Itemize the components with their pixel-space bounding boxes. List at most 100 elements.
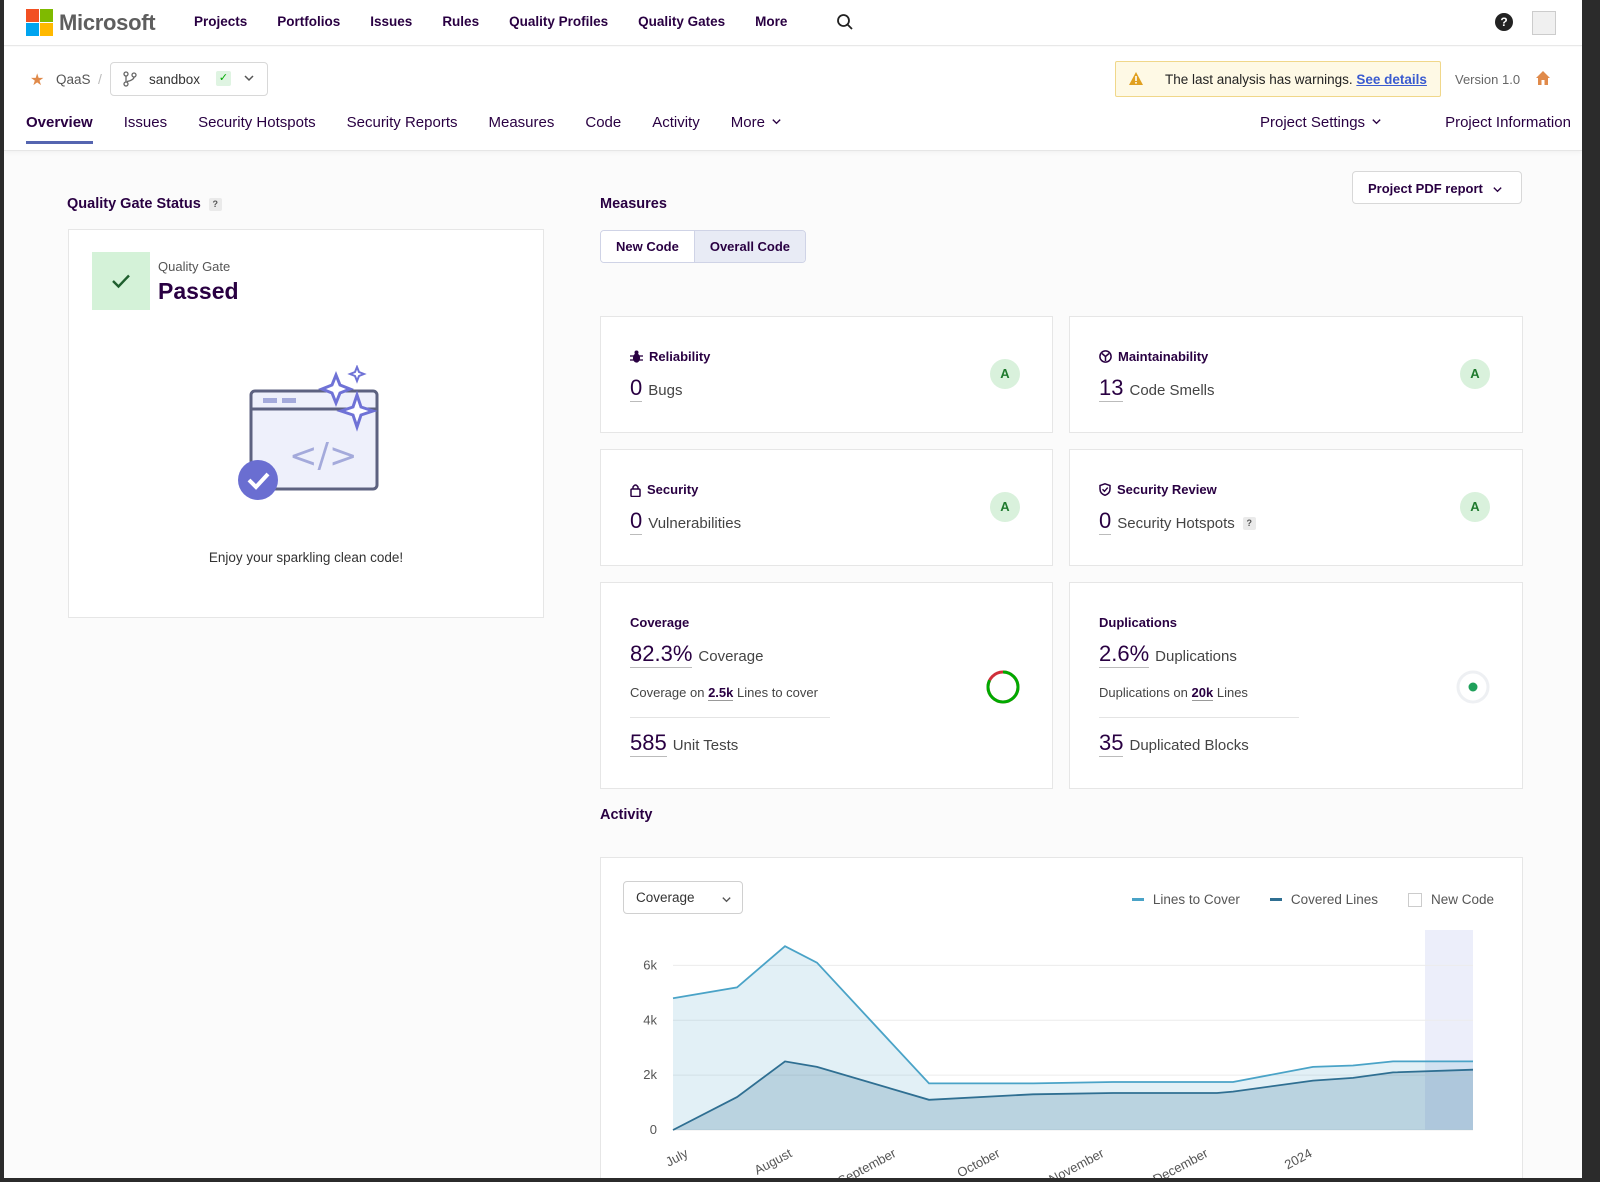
legend-covered-lines[interactable]: Covered Lines xyxy=(1269,892,1378,907)
nav-projects[interactable]: Projects xyxy=(194,14,247,29)
coverage-sub-suffix: Lines to cover xyxy=(737,685,818,700)
chevron-down-icon xyxy=(1493,187,1502,193)
code-smells-measure: 13 Code Smells xyxy=(1099,375,1215,402)
code-smells-count[interactable]: 13 xyxy=(1099,375,1124,402)
coverage-percent[interactable]: 82.3% xyxy=(630,641,693,668)
tab-overview[interactable]: Overview xyxy=(26,114,93,144)
legend-swatch xyxy=(1407,892,1422,907)
coverage-card: Coverage 82.3% Coverage Coverage on 2.5k … xyxy=(600,582,1053,789)
activity-title: Activity xyxy=(600,807,653,823)
coverage-title: Coverage xyxy=(630,615,690,630)
chevron-down-icon xyxy=(244,75,254,82)
security-review-card[interactable]: Security Review 0 Security Hotspots? A xyxy=(1069,449,1523,566)
passed-check-icon xyxy=(92,252,150,310)
duplications-header: Duplications xyxy=(1099,615,1177,630)
security-card[interactable]: Security 0 Vulnerabilities A xyxy=(600,449,1053,566)
star-icon[interactable]: ★ xyxy=(30,70,44,90)
project-name[interactable]: QaaS xyxy=(56,72,91,87)
quality-gate-status: Passed xyxy=(158,278,239,304)
legend-new-code[interactable]: New Code xyxy=(1407,892,1494,907)
chevron-down-icon xyxy=(722,897,731,903)
branch-selector[interactable]: sandbox ✓ xyxy=(110,62,268,96)
tab-measures[interactable]: Measures xyxy=(489,114,555,144)
microsoft-logo[interactable]: Microsoft xyxy=(26,9,156,36)
nav-quality-gates[interactable]: Quality Gates xyxy=(638,14,725,29)
project-tabs: Overview Issues Security Hotspots Securi… xyxy=(26,114,813,144)
warning-text: The last analysis has warnings. xyxy=(1165,72,1353,87)
tab-project-information[interactable]: Project Information xyxy=(1445,114,1571,141)
vulnerabilities-count[interactable]: 0 xyxy=(630,508,643,535)
reliability-card[interactable]: Reliability 0 Bugs A xyxy=(600,316,1053,433)
nav-issues[interactable]: Issues xyxy=(370,14,412,29)
bug-icon xyxy=(630,350,643,363)
y-tick-label: 2k xyxy=(643,1067,657,1082)
maintainability-title: Maintainability xyxy=(1118,349,1209,364)
warning-icon xyxy=(1129,72,1143,85)
duplications-percent[interactable]: 2.6% xyxy=(1099,641,1150,668)
security-hotspots-count[interactable]: 0 xyxy=(1099,508,1112,535)
see-details-link[interactable]: See details xyxy=(1356,72,1427,87)
overall-code-toggle[interactable]: Overall Code xyxy=(693,231,806,262)
nav-more[interactable]: More xyxy=(755,14,787,29)
maintainability-grade-badge[interactable]: A xyxy=(1460,359,1490,389)
tab-code[interactable]: Code xyxy=(585,114,621,144)
version-label: Version 1.0 xyxy=(1455,72,1521,87)
svg-text:</>: </> xyxy=(289,436,357,476)
help-icon[interactable]: ? xyxy=(1495,13,1513,31)
nav-rules[interactable]: Rules xyxy=(442,14,479,29)
divider xyxy=(630,717,830,718)
y-tick-label: 4k xyxy=(643,1012,657,1027)
reliability-grade-badge[interactable]: A xyxy=(990,359,1020,389)
coverage-measure: 82.3% Coverage xyxy=(630,641,764,668)
x-tick-label: November xyxy=(1046,1145,1107,1178)
duplicated-blocks-count[interactable]: 35 xyxy=(1099,730,1124,757)
security-review-header: Security Review xyxy=(1099,482,1217,497)
tab-more[interactable]: More xyxy=(731,114,782,144)
help-icon[interactable]: ? xyxy=(1242,517,1256,531)
breadcrumb-separator: / xyxy=(98,71,102,87)
global-navbar: Microsoft Projects Portfolios Issues Rul… xyxy=(4,0,1582,46)
tab-security-hotspots[interactable]: Security Hotspots xyxy=(198,114,316,144)
legend-swatch xyxy=(1131,898,1144,901)
y-tick-label: 6k xyxy=(643,957,657,972)
coverage-sub-prefix: Coverage on xyxy=(630,685,705,700)
quality-gate-title: Quality Gate Status? xyxy=(67,196,222,212)
tab-security-reports[interactable]: Security Reports xyxy=(347,114,458,144)
reliability-title: Reliability xyxy=(649,349,711,364)
activity-graph-select[interactable]: Coverage xyxy=(623,881,743,914)
browser-page: Microsoft Projects Portfolios Issues Rul… xyxy=(4,0,1582,1178)
unit-tests-count[interactable]: 585 xyxy=(630,730,667,757)
lines-to-cover-value[interactable]: 2.5k xyxy=(708,685,734,701)
maintainability-card[interactable]: Maintainability 13 Code Smells A xyxy=(1069,316,1523,433)
duplicated-blocks-label: Duplicated Blocks xyxy=(1129,737,1249,754)
new-code-toggle[interactable]: New Code xyxy=(601,231,694,262)
activity-select-value: Coverage xyxy=(636,890,695,905)
security-hotspots-measure: 0 Security Hotspots? xyxy=(1099,508,1256,535)
unit-tests-measure: 585 Unit Tests xyxy=(630,730,738,757)
y-tick-label: 0 xyxy=(650,1122,657,1137)
home-icon[interactable] xyxy=(1535,70,1551,86)
nav-portfolios[interactable]: Portfolios xyxy=(277,14,340,29)
security-review-grade-badge[interactable]: A xyxy=(1460,492,1490,522)
tab-activity[interactable]: Activity xyxy=(652,114,700,144)
nav-quality-profiles[interactable]: Quality Profiles xyxy=(509,14,608,29)
coverage-label: Coverage xyxy=(698,648,764,665)
tab-project-settings[interactable]: Project Settings xyxy=(1260,114,1382,141)
duplications-title: Duplications xyxy=(1099,615,1178,630)
duplications-measure: 2.6% Duplications xyxy=(1099,641,1237,668)
warning-message: The last analysis has warnings. See deta… xyxy=(1165,72,1427,87)
bugs-count[interactable]: 0 xyxy=(630,375,643,402)
tab-issues[interactable]: Issues xyxy=(124,114,167,144)
coverage-header: Coverage xyxy=(630,615,689,630)
search-icon[interactable] xyxy=(836,13,854,31)
help-icon[interactable]: ? xyxy=(208,197,222,211)
avatar[interactable] xyxy=(1532,11,1556,35)
quality-gate-card: Quality Gate Passed </> Enjoy your spark… xyxy=(68,229,544,618)
legend-label: Covered Lines xyxy=(1290,892,1378,907)
coverage-donut-icon xyxy=(986,670,1020,704)
lines-value[interactable]: 20k xyxy=(1191,685,1214,701)
security-grade-badge[interactable]: A xyxy=(990,492,1020,522)
project-pdf-report-button[interactable]: Project PDF report xyxy=(1352,171,1522,204)
branch-icon xyxy=(123,71,137,87)
legend-lines-to-cover[interactable]: Lines to Cover xyxy=(1131,892,1240,907)
